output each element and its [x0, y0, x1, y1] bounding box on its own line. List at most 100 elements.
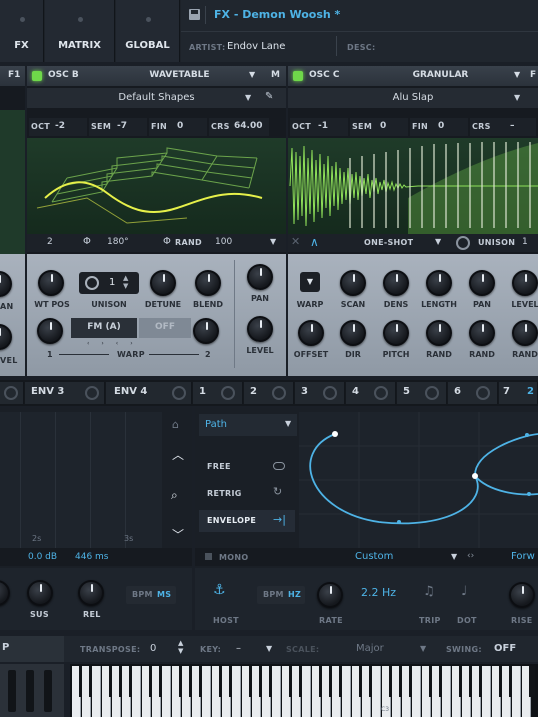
transpose-stepper-icon[interactable]: ▲ ▼: [178, 639, 183, 655]
osc-c-oct-field[interactable]: OCT -1: [290, 118, 348, 136]
warp-mode-2-select[interactable]: OFF: [139, 318, 191, 338]
artist-name[interactable]: Endov Lane: [227, 41, 285, 52]
warp-nav-arrows[interactable]: ‹›‹›: [87, 340, 177, 347]
osc-b-m-button[interactable]: M: [271, 70, 280, 80]
swing-value[interactable]: OFF: [494, 643, 516, 654]
osc-b-power-icon[interactable]: [32, 71, 42, 81]
osc-a-filter-label[interactable]: F1: [8, 70, 20, 80]
osc-c-envelope-shape-icon[interactable]: ∧: [310, 235, 319, 249]
mod-tab-env4[interactable]: ENV 4: [106, 382, 192, 404]
lfo-retrig-button[interactable]: RETRIG ↻: [199, 483, 295, 505]
warp-1-knob[interactable]: [37, 318, 63, 344]
lfo-preset-value[interactable]: Custom: [355, 551, 393, 562]
lfo-preset-arrow-icon[interactable]: ▼: [451, 552, 457, 561]
osc-c-mode-arrow-icon[interactable]: ▼: [435, 237, 441, 246]
osc-b-edit-icon[interactable]: ✎: [265, 91, 273, 102]
sus-knob[interactable]: [27, 580, 53, 606]
osc-c-crs-field[interactable]: CRS –: [470, 118, 536, 136]
osc-b-wt-arrow-icon[interactable]: ▼: [245, 93, 251, 102]
lock-icon[interactable]: ⌂: [172, 418, 179, 431]
lfo-bpm-hz-toggle[interactable]: BPM HZ: [257, 586, 305, 604]
osc-b-level-knob[interactable]: [247, 316, 273, 342]
tab-matrix[interactable]: MATRIX: [45, 0, 115, 62]
osc-c-fin-field[interactable]: FIN 0: [410, 118, 468, 136]
mod-tab-lfo5[interactable]: 5: [397, 382, 447, 404]
pitch-knob[interactable]: [383, 320, 409, 346]
white-key[interactable]: [342, 666, 351, 717]
lfo-envelope-button[interactable]: ENVELOPE →|: [199, 510, 295, 532]
zoom-icon[interactable]: ⌕: [171, 488, 178, 503]
chevron-down-icon[interactable]: ﹀: [172, 526, 184, 543]
mod-tab-env3[interactable]: ENV 3: [25, 382, 105, 404]
env-db-value[interactable]: 0.0 dB: [28, 552, 57, 562]
detune-knob[interactable]: [150, 270, 176, 296]
white-key[interactable]: [232, 666, 241, 717]
wt-pos-knob[interactable]: [38, 270, 64, 296]
key-value[interactable]: –: [236, 643, 241, 654]
osc-b-crs-field[interactable]: CRS 64.00: [209, 118, 269, 136]
rand-3-knob[interactable]: [512, 320, 538, 346]
rand-1-knob[interactable]: [426, 320, 452, 346]
lfo-path-select[interactable]: Path ▼: [199, 414, 297, 436]
scale-value[interactable]: Major: [356, 643, 384, 654]
white-key[interactable]: [162, 666, 171, 717]
pitch-wheel-1[interactable]: [8, 670, 16, 712]
transpose-value[interactable]: 0: [150, 643, 156, 654]
anchor-icon[interactable]: ⚓: [213, 582, 226, 598]
warp-dropdown-button[interactable]: ▼: [300, 272, 320, 292]
mod-tab-lfo2[interactable]: 2: [244, 382, 294, 404]
mod-wheel[interactable]: [44, 670, 52, 712]
lfo-rate-value[interactable]: 2.2 Hz: [361, 586, 396, 599]
tab-global[interactable]: GLOBAL: [116, 0, 180, 62]
key-arrow-icon[interactable]: ▼: [266, 644, 272, 653]
white-key[interactable]: [372, 666, 381, 717]
lfo-rise-knob[interactable]: [509, 582, 535, 608]
lfo-graph[interactable]: [299, 412, 538, 548]
mod-tab-lfo7[interactable]: 72: [499, 382, 538, 404]
dens-knob[interactable]: [383, 270, 409, 296]
osc-b-unison-voices[interactable]: 2: [47, 237, 53, 247]
osc-c-power-icon[interactable]: [293, 71, 303, 81]
chevron-up-icon[interactable]: ︿: [172, 446, 184, 463]
length-knob[interactable]: [426, 270, 452, 296]
blend-knob[interactable]: [195, 270, 221, 296]
white-key[interactable]: [272, 666, 281, 717]
white-key[interactable]: [302, 666, 311, 717]
lfo-direction-value[interactable]: Forw: [511, 551, 535, 562]
lfo-preset-nav-icon[interactable]: ‹›: [467, 551, 474, 561]
mod-tab-lfo4[interactable]: 4: [346, 382, 396, 404]
osc-c-level-knob[interactable]: [512, 270, 538, 296]
env-left-stub-knob[interactable]: [0, 580, 10, 606]
osc-c-sample-arrow-icon[interactable]: ▼: [514, 93, 520, 102]
white-key[interactable]: [442, 666, 451, 717]
osc-c-sample-select[interactable]: Alu Slap: [288, 88, 538, 108]
mod-tab-lfo6[interactable]: 6: [448, 382, 498, 404]
save-icon[interactable]: [189, 9, 200, 20]
white-key[interactable]: [412, 666, 421, 717]
lfo-rate-knob[interactable]: [317, 582, 343, 608]
pitch-wheel-2[interactable]: [26, 670, 34, 712]
dir-knob[interactable]: [340, 320, 366, 346]
mod-tab-lfo3[interactable]: 3: [295, 382, 345, 404]
preset-name[interactable]: FX - Demon Woosh *: [214, 8, 340, 21]
osc-c-type-select[interactable]: GRANULAR: [358, 66, 523, 86]
osc-b-type-select[interactable]: WAVETABLE: [97, 66, 262, 86]
mod-tab-lfo1[interactable]: 1: [193, 382, 243, 404]
warp-mode-1-select[interactable]: FM (A): [71, 318, 137, 338]
tab-fx[interactable]: FX: [0, 0, 44, 62]
env-bpm-ms-toggle[interactable]: BPM MS: [126, 586, 176, 604]
osc-b-phase-value[interactable]: 180°: [107, 237, 129, 247]
osc-b-rand-value[interactable]: 100: [215, 237, 232, 247]
osc-b-sem-field[interactable]: SEM -7: [89, 118, 147, 136]
osc-c-mode-value[interactable]: ONE-SHOT: [364, 238, 413, 247]
osc-b-pan-knob[interactable]: [247, 264, 273, 290]
mod-tab-left-stub[interactable]: [0, 382, 24, 404]
dotted-note-icon[interactable]: ♩: [461, 584, 467, 599]
warp-2-knob[interactable]: [193, 318, 219, 344]
osc-c-close-icon[interactable]: ✕: [291, 235, 300, 248]
osc-c-pan-knob[interactable]: [469, 270, 495, 296]
triplet-icon[interactable]: ♫: [423, 584, 435, 599]
unison-stepper[interactable]: 1 ▲ ▼: [79, 272, 139, 294]
rand-2-knob[interactable]: [469, 320, 495, 346]
scale-arrow-icon[interactable]: ▼: [420, 644, 426, 653]
